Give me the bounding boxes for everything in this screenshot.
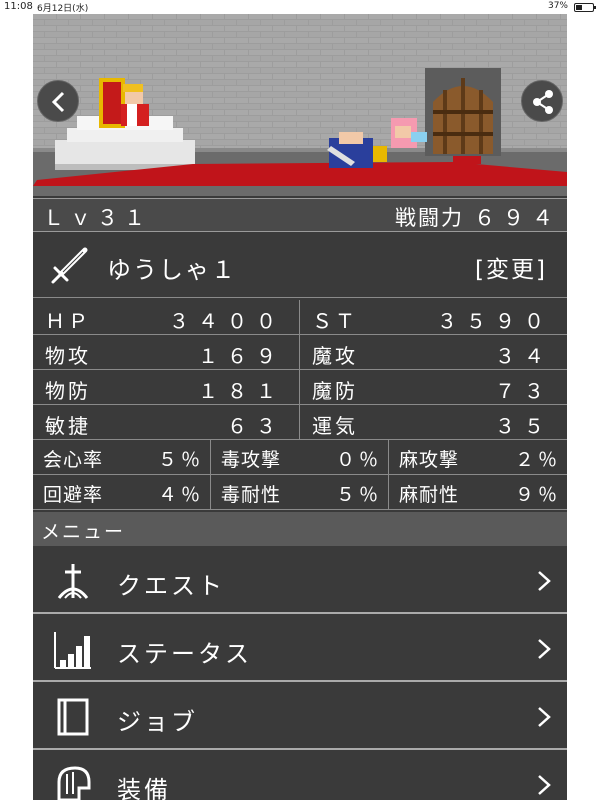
share-icon <box>533 90 553 114</box>
stat-label: ＳＴ <box>312 309 358 333</box>
stat-poison-attack: 毒攻撃 ０％ <box>211 440 389 475</box>
stat-row: 物防 １８１ 魔防 ７３ <box>33 370 567 405</box>
stat-label: 物防 <box>45 379 91 403</box>
stat-label: 毒耐性 <box>221 484 282 506</box>
stat-poison-resistance: 毒耐性 ５％ <box>211 475 389 510</box>
stat-row: 回避率 ４％ 毒耐性 ５％ 麻耐性 ９％ <box>33 475 567 510</box>
stat-label: 魔攻 <box>312 344 358 368</box>
menu-item-job[interactable]: ジョブ <box>33 684 567 750</box>
stat-value: ３５９０ <box>437 309 553 333</box>
level-bar: Ｌｖ３１ 戦闘力 ６９４ <box>33 198 567 232</box>
stat-value: ７３ <box>495 379 553 403</box>
stat-value: ３４ <box>495 344 553 368</box>
status-time: 11:08 <box>4 1 33 12</box>
stat-value: ５％ <box>157 449 204 471</box>
stat-agility: 敏捷 ６３ <box>33 405 300 440</box>
castle-scene-art <box>33 14 567 196</box>
menu-item-label: ジョブ <box>117 708 198 736</box>
combat-power: 戦闘力 ６９４ <box>395 202 561 232</box>
change-name-button[interactable]: [変更] <box>475 250 547 284</box>
chevron-left-icon <box>51 91 65 113</box>
stat-hp: ＨＰ ３４００ <box>33 300 300 335</box>
menu-item-equipment[interactable]: 装備 <box>33 752 567 800</box>
stat-paralysis-resistance: 麻耐性 ９％ <box>389 475 567 510</box>
stat-value: ５％ <box>335 484 382 506</box>
stat-magic-attack: 魔攻 ３４ <box>300 335 567 370</box>
menu-item-quest[interactable]: クエスト <box>33 548 567 614</box>
stat-row: 敏捷 ６３ 運気 ３５ <box>33 405 567 440</box>
stat-value: ０％ <box>335 449 382 471</box>
stat-label: 麻攻撃 <box>399 449 460 471</box>
helmet-icon <box>57 766 91 800</box>
menu-item-label: ステータス <box>117 640 252 668</box>
stat-label: 毒攻撃 <box>221 449 282 471</box>
stat-value: ６３ <box>227 414 285 438</box>
quest-icon <box>57 564 89 599</box>
stat-magic-defense: 魔防 ７３ <box>300 370 567 405</box>
battery-icon <box>574 3 596 12</box>
stat-value: ９％ <box>514 484 561 506</box>
stat-physical-attack: 物攻 １６９ <box>33 335 300 370</box>
stat-st: ＳＴ ３５９０ <box>300 300 567 335</box>
stat-value: ３４００ <box>169 309 285 333</box>
menu-item-label: 装備 <box>117 776 171 800</box>
menu-item-label: クエスト <box>117 572 225 600</box>
combat-power-value: ６９４ <box>474 206 561 230</box>
chevron-right-icon <box>538 707 551 727</box>
stat-label: 敏捷 <box>45 414 91 438</box>
stat-label: 物攻 <box>45 344 91 368</box>
battery-percent: 37% <box>547 1 568 11</box>
stat-label: ＨＰ <box>45 309 91 333</box>
status-bar: 11:08 6月12日(水) 37% <box>0 0 600 14</box>
sword-icon <box>51 247 88 284</box>
level-label: Ｌｖ３１ <box>43 206 151 230</box>
castle-scene <box>33 14 567 196</box>
character-name: ゆうしゃ１ <box>107 256 237 284</box>
menu-header-label: メニュー <box>41 521 126 543</box>
stat-critical-rate: 会心率 ５％ <box>33 440 211 475</box>
stat-luck: 運気 ３５ <box>300 405 567 440</box>
stat-label: 運気 <box>312 414 358 438</box>
combat-power-label: 戦闘力 <box>395 206 464 230</box>
stat-paralysis-attack: 麻攻撃 ２％ <box>389 440 567 475</box>
stat-row: ＨＰ ３４００ ＳＴ ３５９０ <box>33 300 567 335</box>
share-button[interactable] <box>521 80 563 122</box>
stat-label: 回避率 <box>43 484 104 506</box>
stat-row: 物攻 １６９ 魔攻 ３４ <box>33 335 567 370</box>
stat-value: ４％ <box>157 484 204 506</box>
stat-value: １８１ <box>198 379 285 403</box>
bar-chart-icon <box>54 632 91 669</box>
chevron-right-icon <box>538 639 551 659</box>
stat-label: 麻耐性 <box>399 484 460 506</box>
back-button[interactable] <box>37 80 79 122</box>
stat-row: 会心率 ５％ 毒攻撃 ０％ 麻攻撃 ２％ <box>33 440 567 475</box>
stat-value: １６９ <box>198 344 285 368</box>
stat-label: 魔防 <box>312 379 358 403</box>
stat-label: 会心率 <box>43 449 104 471</box>
app-screen: Ｌｖ３１ 戦闘力 ６９４ ゆうしゃ１ [変更] ＨＰ ３４００ ＳＴ ３５９０ 物攻 １… <box>33 14 567 800</box>
stat-physical-defense: 物防 １８１ <box>33 370 300 405</box>
status-date: 6月12日(水) <box>37 4 89 14</box>
character-row: ゆうしゃ１ [変更] <box>33 234 567 298</box>
stat-evasion-rate: 回避率 ４％ <box>33 475 211 510</box>
menu-header: メニュー <box>33 512 567 546</box>
book-icon <box>57 698 89 736</box>
menu-item-status[interactable]: ステータス <box>33 616 567 682</box>
chevron-right-icon <box>538 775 551 795</box>
stat-value: ２％ <box>514 449 561 471</box>
stats-table: ＨＰ ３４００ ＳＴ ３５９０ 物攻 １６９ 魔攻 ３４ 物防 １８１ 魔防 ７３ 敏捷 ６３… <box>33 300 567 510</box>
stat-value: ３５ <box>495 414 553 438</box>
chevron-right-icon <box>538 571 551 591</box>
